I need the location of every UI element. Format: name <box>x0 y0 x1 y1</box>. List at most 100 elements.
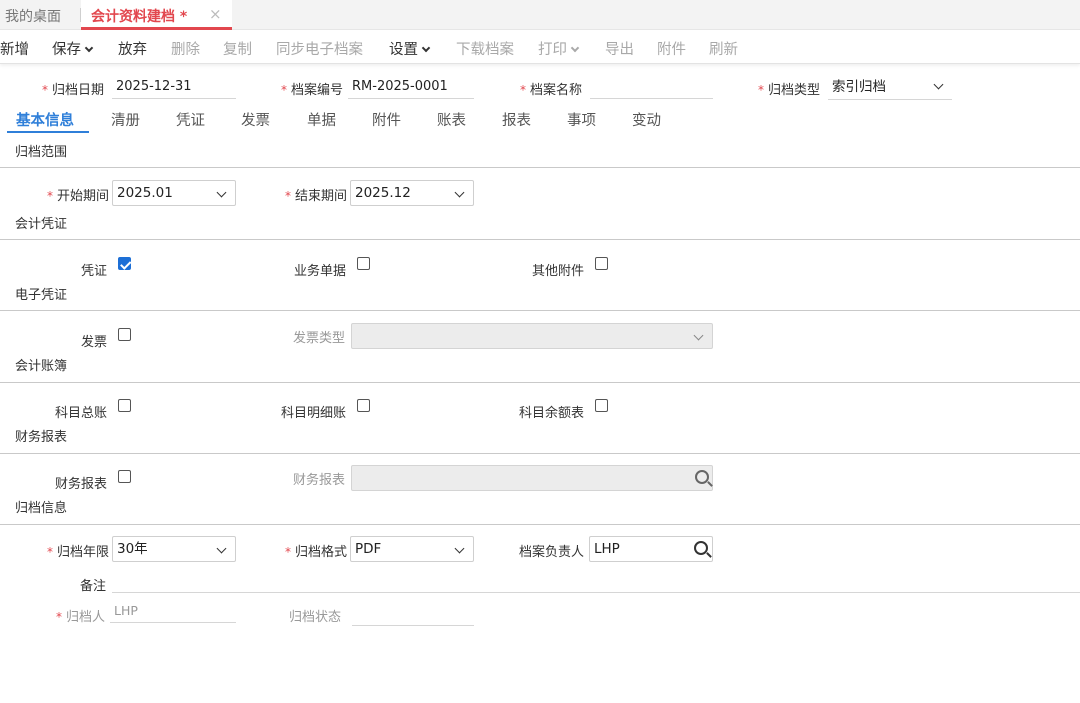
tab-strip: 我的桌面 会计资料建档 * × <box>0 0 1080 30</box>
archive-type-label: 归档类型 <box>758 79 820 98</box>
export-button[interactable]: 导出 <box>605 38 634 59</box>
start-period-value: 2025.01 <box>117 185 173 201</box>
report-checkbox[interactable] <box>118 470 131 483</box>
settings-button-label: 设置 <box>389 42 418 58</box>
tab-attachments[interactable]: 附件 <box>372 109 401 130</box>
detail-ledger-checkbox[interactable] <box>357 399 370 412</box>
archive-no-input[interactable]: RM-2025-0001 <box>348 77 474 99</box>
section-title-report: 财务报表 <box>15 430 68 445</box>
chevron-down-icon <box>454 543 465 554</box>
balance-sheet-checkbox-label: 科目余额表 <box>519 406 585 421</box>
archive-no-label: 档案编号 <box>281 79 343 98</box>
chevron-down-icon <box>570 43 580 53</box>
other-attach-checkbox-label: 其他附件 <box>532 264 585 279</box>
voucher-checkbox[interactable] <box>118 257 131 270</box>
section-divider <box>0 382 1080 383</box>
tab-ledgers[interactable]: 账表 <box>437 109 466 130</box>
tab-accounting-archive-label: 会计资料建档 * <box>91 9 188 25</box>
chevron-down-icon <box>454 187 465 198</box>
delete-button[interactable]: 删除 <box>171 38 200 59</box>
invoice-type-select[interactable] <box>351 323 713 349</box>
voucher-checkbox-label: 凭证 <box>81 264 108 279</box>
archive-format-value: PDF <box>355 541 382 557</box>
tab-inventory[interactable]: 清册 <box>111 109 140 130</box>
section-title-ledger: 会计账簿 <box>15 359 68 374</box>
report-checkbox-label: 财务报表 <box>55 477 108 492</box>
chevron-down-icon <box>84 43 94 53</box>
archive-status-label: 归档状态 <box>289 610 342 625</box>
tab-voucher[interactable]: 凭证 <box>176 109 205 130</box>
chevron-down-icon <box>421 43 431 53</box>
tab-home[interactable]: 我的桌面 <box>5 6 61 26</box>
close-icon[interactable]: × <box>209 5 222 23</box>
business-doc-checkbox[interactable] <box>357 257 370 270</box>
archiver-input[interactable]: LHP <box>110 601 236 623</box>
section-title-scope: 归档范围 <box>15 145 68 160</box>
tab-accounting-archive[interactable]: 会计资料建档 * × <box>81 0 232 30</box>
archive-owner-value: LHP <box>594 541 620 557</box>
other-attach-checkbox[interactable] <box>595 257 608 270</box>
tab-matters[interactable]: 事项 <box>567 109 596 130</box>
refresh-button[interactable]: 刷新 <box>709 38 738 59</box>
active-tab-indicator <box>7 131 89 133</box>
chevron-down-icon <box>216 187 227 198</box>
report-select-label: 财务报表 <box>293 473 346 488</box>
new-button[interactable]: 新增 <box>0 38 29 59</box>
discard-button[interactable]: 放弃 <box>118 38 147 59</box>
retention-years-label: 归档年限 <box>47 541 109 560</box>
archive-date-label: 归档日期 <box>42 79 104 98</box>
tab-invoice[interactable]: 发票 <box>241 109 270 130</box>
remark-input[interactable] <box>112 571 1080 593</box>
archive-status-input[interactable] <box>352 604 474 626</box>
balance-sheet-checkbox[interactable] <box>595 399 608 412</box>
save-button-label: 保存 <box>52 42 81 58</box>
section-title-e-voucher: 电子凭证 <box>15 288 68 303</box>
print-button-label: 打印 <box>538 42 567 58</box>
toolbar: 新增 保存 放弃 删除 复制 同步电子档案 设置 下载档案 打印 导出 附件 刷… <box>0 30 1080 64</box>
archive-name-label: 档案名称 <box>520 79 582 98</box>
section-divider <box>0 167 1080 168</box>
archive-type-value: 索引归档 <box>832 79 886 95</box>
save-button[interactable]: 保存 <box>52 38 94 59</box>
business-doc-checkbox-label: 业务单据 <box>294 264 347 279</box>
archive-owner-label: 档案负责人 <box>519 545 585 560</box>
tab-documents[interactable]: 单据 <box>307 109 336 130</box>
print-button[interactable]: 打印 <box>538 38 580 59</box>
general-ledger-checkbox[interactable] <box>118 399 131 412</box>
archive-owner-input[interactable]: LHP <box>589 536 713 562</box>
end-period-select[interactable]: 2025.12 <box>350 180 474 206</box>
section-divider <box>0 239 1080 240</box>
attachment-button[interactable]: 附件 <box>657 38 686 59</box>
archive-type-select[interactable]: 索引归档 <box>828 76 952 100</box>
tab-reports[interactable]: 报表 <box>502 109 531 130</box>
start-period-label: 开始期间 <box>47 185 109 204</box>
sync-archive-button[interactable]: 同步电子档案 <box>276 38 363 59</box>
report-lookup-input[interactable] <box>351 465 713 491</box>
search-icon[interactable] <box>694 541 708 555</box>
retention-years-select[interactable]: 30年 <box>112 536 236 562</box>
section-divider <box>0 453 1080 454</box>
general-ledger-checkbox-label: 科目总账 <box>55 406 108 421</box>
section-title-voucher: 会计凭证 <box>15 217 68 232</box>
remark-label: 备注 <box>80 579 107 594</box>
section-divider <box>0 310 1080 311</box>
download-archive-button[interactable]: 下载档案 <box>456 38 514 59</box>
end-period-label: 结束期间 <box>285 185 347 204</box>
archive-format-select[interactable]: PDF <box>350 536 474 562</box>
end-period-value: 2025.12 <box>355 185 411 201</box>
chevron-down-icon <box>693 330 704 341</box>
detail-ledger-checkbox-label: 科目明细账 <box>281 406 347 421</box>
section-divider <box>0 524 1080 525</box>
archive-date-input[interactable]: 2025-12-31 <box>112 77 236 99</box>
settings-button[interactable]: 设置 <box>389 38 431 59</box>
archive-name-input[interactable] <box>590 77 713 99</box>
tab-changes[interactable]: 变动 <box>632 109 661 130</box>
tab-basic-info[interactable]: 基本信息 <box>16 109 74 130</box>
section-title-archive-info: 归档信息 <box>15 501 68 516</box>
invoice-checkbox[interactable] <box>118 328 131 341</box>
chevron-down-icon <box>216 543 227 554</box>
start-period-select[interactable]: 2025.01 <box>112 180 236 206</box>
copy-button[interactable]: 复制 <box>223 38 252 59</box>
archive-format-label: 归档格式 <box>285 541 347 560</box>
search-icon[interactable] <box>695 470 709 484</box>
